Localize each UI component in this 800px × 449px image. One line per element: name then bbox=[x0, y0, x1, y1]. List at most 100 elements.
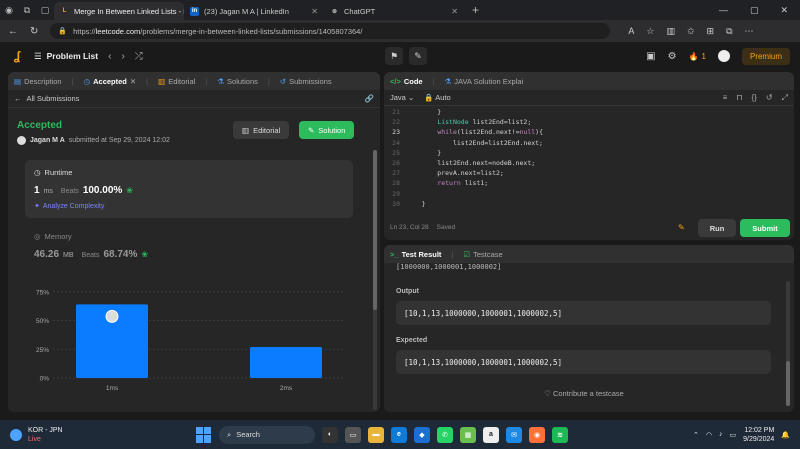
close-icon[interactable]: ✕ bbox=[451, 7, 458, 16]
code-line[interactable]: 28 return list1; bbox=[384, 178, 794, 188]
editorial-button[interactable]: ▥ Editorial bbox=[233, 121, 290, 139]
submit-button[interactable]: Submit bbox=[740, 219, 790, 237]
code-line[interactable]: 22 ListNode list2End=list2; bbox=[384, 117, 794, 127]
layout-icon[interactable]: ▣ bbox=[646, 51, 655, 62]
leetcode-logo-icon[interactable]: ʆ bbox=[10, 49, 24, 63]
username[interactable]: Jagan M A bbox=[30, 137, 65, 144]
share-link-icon[interactable]: 🔗 bbox=[365, 94, 374, 103]
tab-java-solution[interactable]: ⚗ JAVA Solution Explai bbox=[445, 77, 524, 86]
mail-icon[interactable]: ✉ bbox=[506, 426, 522, 443]
read-aloud-icon[interactable]: A bbox=[628, 26, 634, 37]
tab-actions-icon[interactable]: ▢ bbox=[36, 0, 54, 20]
solution-button[interactable]: ✎ Solution bbox=[299, 121, 355, 139]
tab-solutions[interactable]: ⚗ Solutions bbox=[217, 77, 258, 86]
back-icon[interactable]: ← bbox=[8, 26, 18, 37]
workspaces-icon[interactable]: ⧉ bbox=[18, 0, 36, 20]
browser-tab-linkedin[interactable]: in (23) Jagan M A | LinkedIn ✕ bbox=[184, 2, 324, 20]
auto-mode-toggle[interactable]: 🔒 Auto bbox=[424, 93, 450, 102]
dropbox-icon[interactable]: ◆ bbox=[414, 426, 430, 443]
tab-testcase[interactable]: ☑ Testcase bbox=[463, 250, 502, 259]
tab-description[interactable]: ▤ Description bbox=[14, 77, 62, 86]
back-arrow-icon[interactable]: ← bbox=[14, 94, 22, 103]
file-explorer-icon[interactable]: ▬ bbox=[368, 426, 384, 443]
taskbar-clock[interactable]: 12:02 PM 9/29/2024 bbox=[743, 426, 774, 444]
language-select[interactable]: Java ⌄ bbox=[390, 93, 414, 102]
spotify-icon[interactable]: ≋ bbox=[552, 426, 568, 443]
task-view-icon[interactable]: ▭ bbox=[345, 426, 361, 443]
next-problem-icon[interactable]: › bbox=[121, 51, 124, 62]
notes-icon[interactable]: ✎ bbox=[409, 47, 427, 65]
bookmark-icon[interactable]: ⊓ bbox=[736, 93, 742, 103]
store-icon[interactable]: ▦ bbox=[460, 426, 476, 443]
scroll-thumb[interactable] bbox=[786, 361, 790, 406]
extensions-icon[interactable]: ⧉ bbox=[726, 26, 732, 37]
scroll-thumb[interactable] bbox=[373, 150, 377, 310]
amazon-icon[interactable]: a bbox=[483, 426, 499, 443]
close-icon[interactable]: ✕ bbox=[130, 77, 136, 86]
braces-icon[interactable]: {} bbox=[752, 93, 757, 103]
streak-counter[interactable]: 🔥 1 bbox=[689, 52, 706, 61]
minimize-icon[interactable]: — bbox=[719, 5, 728, 16]
maximize-icon[interactable]: ▢ bbox=[750, 5, 759, 16]
news-widget[interactable]: KOR - JPN Live bbox=[28, 426, 63, 444]
address-bar[interactable]: 🔒 https://leetcode.com/problems/merge-in… bbox=[50, 23, 611, 39]
tab-test-result[interactable]: >_ Test Result bbox=[390, 250, 441, 259]
code-line[interactable]: 24 list2End=list2End.next; bbox=[384, 138, 794, 148]
contribute-testcase-link[interactable]: ♡ Contribute a testcase bbox=[384, 389, 784, 398]
chart-bar[interactable] bbox=[250, 346, 322, 378]
tab-editorial[interactable]: ▥ Editorial bbox=[158, 77, 195, 86]
code-line[interactable]: 29 bbox=[384, 189, 794, 199]
new-tab-button[interactable]: + bbox=[464, 3, 487, 17]
debug-run-icon[interactable]: ✎ bbox=[678, 223, 685, 232]
windows-start-icon[interactable] bbox=[196, 426, 212, 443]
code-line[interactable]: 27 prevA.next=list2; bbox=[384, 168, 794, 178]
close-icon[interactable]: ✕ bbox=[311, 7, 318, 16]
split-screen-icon[interactable]: ▥ bbox=[666, 26, 675, 37]
memory-card[interactable]: ◎ Memory 46.26 MB Beats 68.74% ❀ 0% 25% 50%… bbox=[25, 224, 353, 408]
refresh-icon[interactable]: ↻ bbox=[30, 26, 38, 37]
tab-accepted[interactable]: ◷ Accepted ✕ bbox=[84, 77, 137, 86]
expand-icon[interactable]: ⤢ bbox=[782, 93, 788, 103]
edge-browser-icon[interactable]: e bbox=[391, 426, 407, 443]
widgets-icon[interactable]: ◐ bbox=[322, 426, 338, 443]
code-line[interactable]: 23 while(list2End.next!=null){ bbox=[384, 127, 794, 137]
browser-tab-leetcode[interactable]: L Merge In Between Linked Lists - L ✕ bbox=[54, 2, 184, 20]
analyze-complexity-link[interactable]: ✦ Analyze Complexity bbox=[34, 202, 344, 211]
firefox-icon[interactable]: ◉ bbox=[529, 426, 545, 443]
code-line[interactable]: 25 } bbox=[384, 148, 794, 158]
speaker-icon[interactable]: ♪ bbox=[719, 431, 723, 438]
collections-icon[interactable]: ⊞ bbox=[707, 26, 715, 37]
problem-list-button[interactable]: ☰ Problem List bbox=[34, 51, 98, 62]
all-submissions-link[interactable]: All Submissions bbox=[27, 94, 80, 103]
format-icon[interactable]: ≡ bbox=[723, 93, 728, 103]
code-line[interactable]: 21 } bbox=[384, 107, 794, 117]
left-scrollbar[interactable] bbox=[373, 150, 377, 410]
prev-problem-icon[interactable]: ‹ bbox=[108, 51, 111, 62]
shuffle-icon[interactable]: ⤮ bbox=[135, 51, 143, 62]
run-button[interactable]: Run bbox=[698, 219, 736, 237]
wifi-icon[interactable]: ◠ bbox=[706, 431, 712, 439]
notification-icon[interactable]: 🔔 bbox=[781, 431, 790, 439]
result-scrollbar[interactable] bbox=[786, 281, 790, 406]
browser-tab-chatgpt[interactable]: ⊛ ChatGPT ✕ bbox=[324, 2, 464, 20]
settings-gear-icon[interactable]: ⚙ bbox=[668, 51, 677, 62]
code-line[interactable]: 26 list2End.next=nodeB.next; bbox=[384, 158, 794, 168]
debug-icon[interactable]: ⚑ bbox=[385, 47, 403, 65]
chevron-up-icon[interactable]: ⌃ bbox=[693, 431, 699, 439]
close-window-icon[interactable]: ✕ bbox=[780, 5, 788, 16]
taskbar-search[interactable]: ⌕ Search bbox=[219, 425, 315, 444]
browser-profile-icon[interactable]: ◉ bbox=[0, 0, 18, 20]
favorites-icon[interactable]: ✩ bbox=[687, 26, 695, 37]
premium-button[interactable]: Premium bbox=[741, 47, 790, 65]
reset-icon[interactable]: ↺ bbox=[766, 93, 773, 103]
sports-icon[interactable] bbox=[10, 428, 22, 441]
code-area[interactable]: 21 } 22 ListNode list2End=list2; 23 while(… bbox=[384, 107, 794, 207]
whatsapp-icon[interactable]: ✆ bbox=[437, 426, 453, 443]
favorite-star-icon[interactable]: ☆ bbox=[646, 26, 654, 37]
browser-menu-icon[interactable]: ⋯ bbox=[745, 26, 754, 37]
code-line[interactable]: 30 } bbox=[384, 199, 794, 207]
tab-submissions[interactable]: ↺ Submissions bbox=[280, 77, 332, 86]
battery-icon[interactable]: ▭ bbox=[730, 431, 737, 439]
avatar[interactable] bbox=[717, 50, 730, 62]
tab-code[interactable]: </> Code bbox=[390, 77, 423, 86]
